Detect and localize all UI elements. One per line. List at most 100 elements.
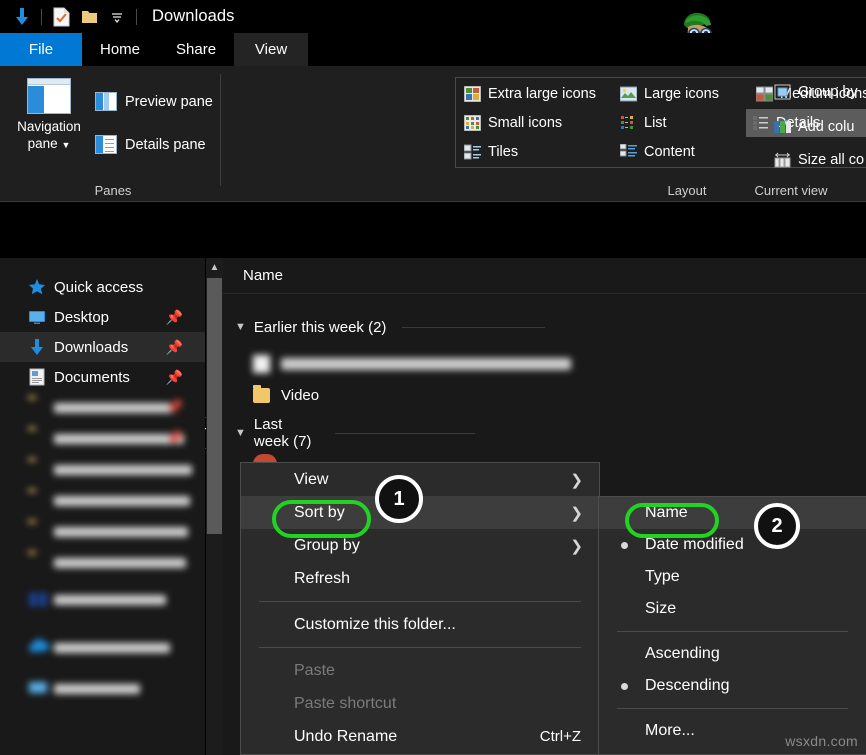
pin-icon[interactable]: 📌: [166, 369, 183, 386]
sidebar-item-this-pc[interactable]: This PC: [0, 674, 205, 704]
chevron-down-icon[interactable]: ▼: [235, 427, 246, 439]
submenu-item-label: Ascending: [645, 645, 720, 663]
layout-list[interactable]: List: [614, 109, 673, 137]
submenu-item-size[interactable]: Size: [599, 593, 866, 625]
group-header-label: Earlier this week (2): [254, 319, 387, 336]
preview-pane-button[interactable]: Preview pane: [95, 92, 213, 111]
sidebar-item-documents[interactable]: Documents 📌: [0, 362, 205, 392]
menu-item-group-by[interactable]: Group by ❯: [241, 529, 599, 562]
submenu-item-type[interactable]: Type: [599, 561, 866, 593]
radio-selected-icon: [621, 542, 628, 549]
sidebar-item-onedrive-trusted[interactable]: OneDrive Trusted 📌: [0, 423, 205, 454]
submenu-item-label: Date modified: [645, 536, 744, 554]
callout-badge-1: 1: [375, 475, 423, 523]
qat-divider-1: [41, 9, 42, 25]
submenu-item-date-modified[interactable]: Date modified: [599, 529, 866, 561]
sidebar-item-onedrive[interactable]: OneDrive: [0, 622, 205, 674]
sidebar-item-downloads[interactable]: Downloads 📌: [0, 332, 205, 362]
qat-divider-2: [136, 9, 137, 25]
list-icon: [620, 115, 637, 131]
menu-item-refresh[interactable]: Refresh: [241, 562, 599, 595]
layout-label: Content: [644, 144, 695, 160]
menu-item-paste-shortcut: Paste shortcut: [241, 687, 599, 720]
chevron-down-icon[interactable]: ▼: [235, 321, 246, 333]
sidebar-item-label: Documents: [54, 369, 130, 386]
size-all-columns-button[interactable]: Size all co: [774, 152, 864, 168]
sidebar-item-new-folder[interactable]: New folder 📌: [0, 392, 205, 423]
small-icons-icon: [464, 115, 481, 131]
submenu-item-label: Size: [645, 600, 676, 618]
layout-extra-large-icons[interactable]: Extra large icons: [458, 80, 602, 108]
submenu-item-ascending[interactable]: Ascending: [599, 638, 866, 670]
menu-item-paste: Paste: [241, 654, 599, 687]
new-folder-icon[interactable]: [75, 3, 103, 31]
size-all-columns-icon: [774, 152, 791, 168]
list-item[interactable]: download file001 unlocked: [253, 351, 571, 377]
menu-item-label: Undo Rename: [294, 728, 397, 746]
ribbon-tabs: File Home Share View: [0, 33, 866, 66]
customize-dropdown-icon[interactable]: [103, 3, 131, 31]
submenu-item-descending[interactable]: Descending: [599, 670, 866, 702]
group-by-button[interactable]: Group by: [774, 84, 858, 100]
scrollbar-thumb[interactable]: [207, 278, 222, 534]
menu-item-label: Paste: [294, 662, 335, 680]
menu-item-label: Refresh: [294, 570, 350, 588]
callout-badge-2: 2: [754, 503, 800, 549]
group-by-icon: [774, 84, 791, 100]
layout-tiles[interactable]: Tiles: [458, 138, 524, 166]
sidebar-item-dropbox[interactable]: Dropbox: [0, 578, 205, 622]
layout-small-icons[interactable]: Small icons: [458, 109, 568, 137]
add-columns-button[interactable]: Add colu: [774, 119, 854, 135]
pin-icon[interactable]: 📌: [166, 309, 183, 326]
menu-item-label: Sort by: [294, 504, 345, 522]
layout-content[interactable]: Content: [614, 138, 701, 166]
folder-icon: [28, 492, 46, 510]
quick-access-toolbar: [0, 0, 142, 33]
menu-item-customize-this-folder[interactable]: Customize this folder...: [241, 608, 599, 641]
details-pane-button[interactable]: Details pane: [95, 135, 206, 154]
sidebar-item-desktop[interactable]: Desktop 📌: [0, 302, 205, 332]
properties-checklist-icon[interactable]: [47, 3, 75, 31]
sidebar-item-256-onscreen[interactable]: 256 On screen: [0, 485, 205, 516]
chevron-down-icon[interactable]: ▼: [61, 140, 70, 150]
list-item[interactable]: Video: [253, 382, 319, 408]
sidebar-item-label: Quick access: [54, 279, 143, 296]
add-columns-label: Add colu: [798, 119, 854, 135]
folder-icon: [28, 430, 46, 448]
sidebar-item-251[interactable]: 251 OneDrive Cl: [0, 454, 205, 485]
pin-icon[interactable]: 📌: [166, 339, 183, 356]
radio-selected-icon: [621, 683, 628, 690]
group-header-last-week[interactable]: ▼ Last week (7): [235, 421, 475, 445]
sidebar-item-quick-access[interactable]: Quick access: [0, 272, 205, 302]
title-bar: Downloads: [0, 0, 866, 33]
submenu-item-name[interactable]: Name: [599, 497, 866, 529]
group-by-label: Group by: [798, 84, 858, 100]
sidebar-item-257[interactable]: 257 How to fix: [0, 547, 205, 578]
pin-icon[interactable]: 📌: [166, 399, 183, 416]
address-bar: ❯ This PC ❯ Downloads: [0, 202, 866, 258]
column-header-name[interactable]: Name: [223, 258, 866, 294]
layout-label: Tiles: [488, 144, 518, 160]
group-header-earlier-this-week[interactable]: ▼ Earlier this week (2): [235, 315, 545, 339]
pin-icon[interactable]: 📌: [166, 430, 183, 447]
sidebar-item-label: Desktop: [54, 309, 109, 326]
navigation-pane-button[interactable]: Navigation pane ▼: [12, 78, 86, 164]
download-arrow-icon: [28, 338, 46, 356]
sidebar-item-256-altered[interactable]: 256 Altered con: [0, 516, 205, 547]
tab-share[interactable]: Share: [158, 33, 234, 66]
list-item-label: download file001 unlocked: [281, 358, 571, 370]
group-header-label: Last week (7): [254, 416, 319, 450]
scroll-up-button[interactable]: ▲: [206, 258, 223, 276]
download-arrow-icon[interactable]: [8, 3, 36, 31]
menu-item-undo-rename[interactable]: Undo Rename Ctrl+Z: [241, 720, 599, 753]
sidebar-item-label: 256 Altered con: [54, 527, 188, 537]
file-explorer-window: Downloads File Home Share View: [0, 0, 866, 755]
folder-icon: [28, 399, 46, 417]
tab-view[interactable]: View: [234, 33, 308, 66]
ribbon-group-label-current-view: Current view: [706, 183, 866, 198]
content-icon: [620, 144, 637, 160]
tab-home[interactable]: Home: [82, 33, 158, 66]
sidebar-item-label: 257 How to fix: [54, 558, 186, 568]
submenu-item-label: Type: [645, 568, 680, 586]
tab-file[interactable]: File: [0, 33, 82, 66]
